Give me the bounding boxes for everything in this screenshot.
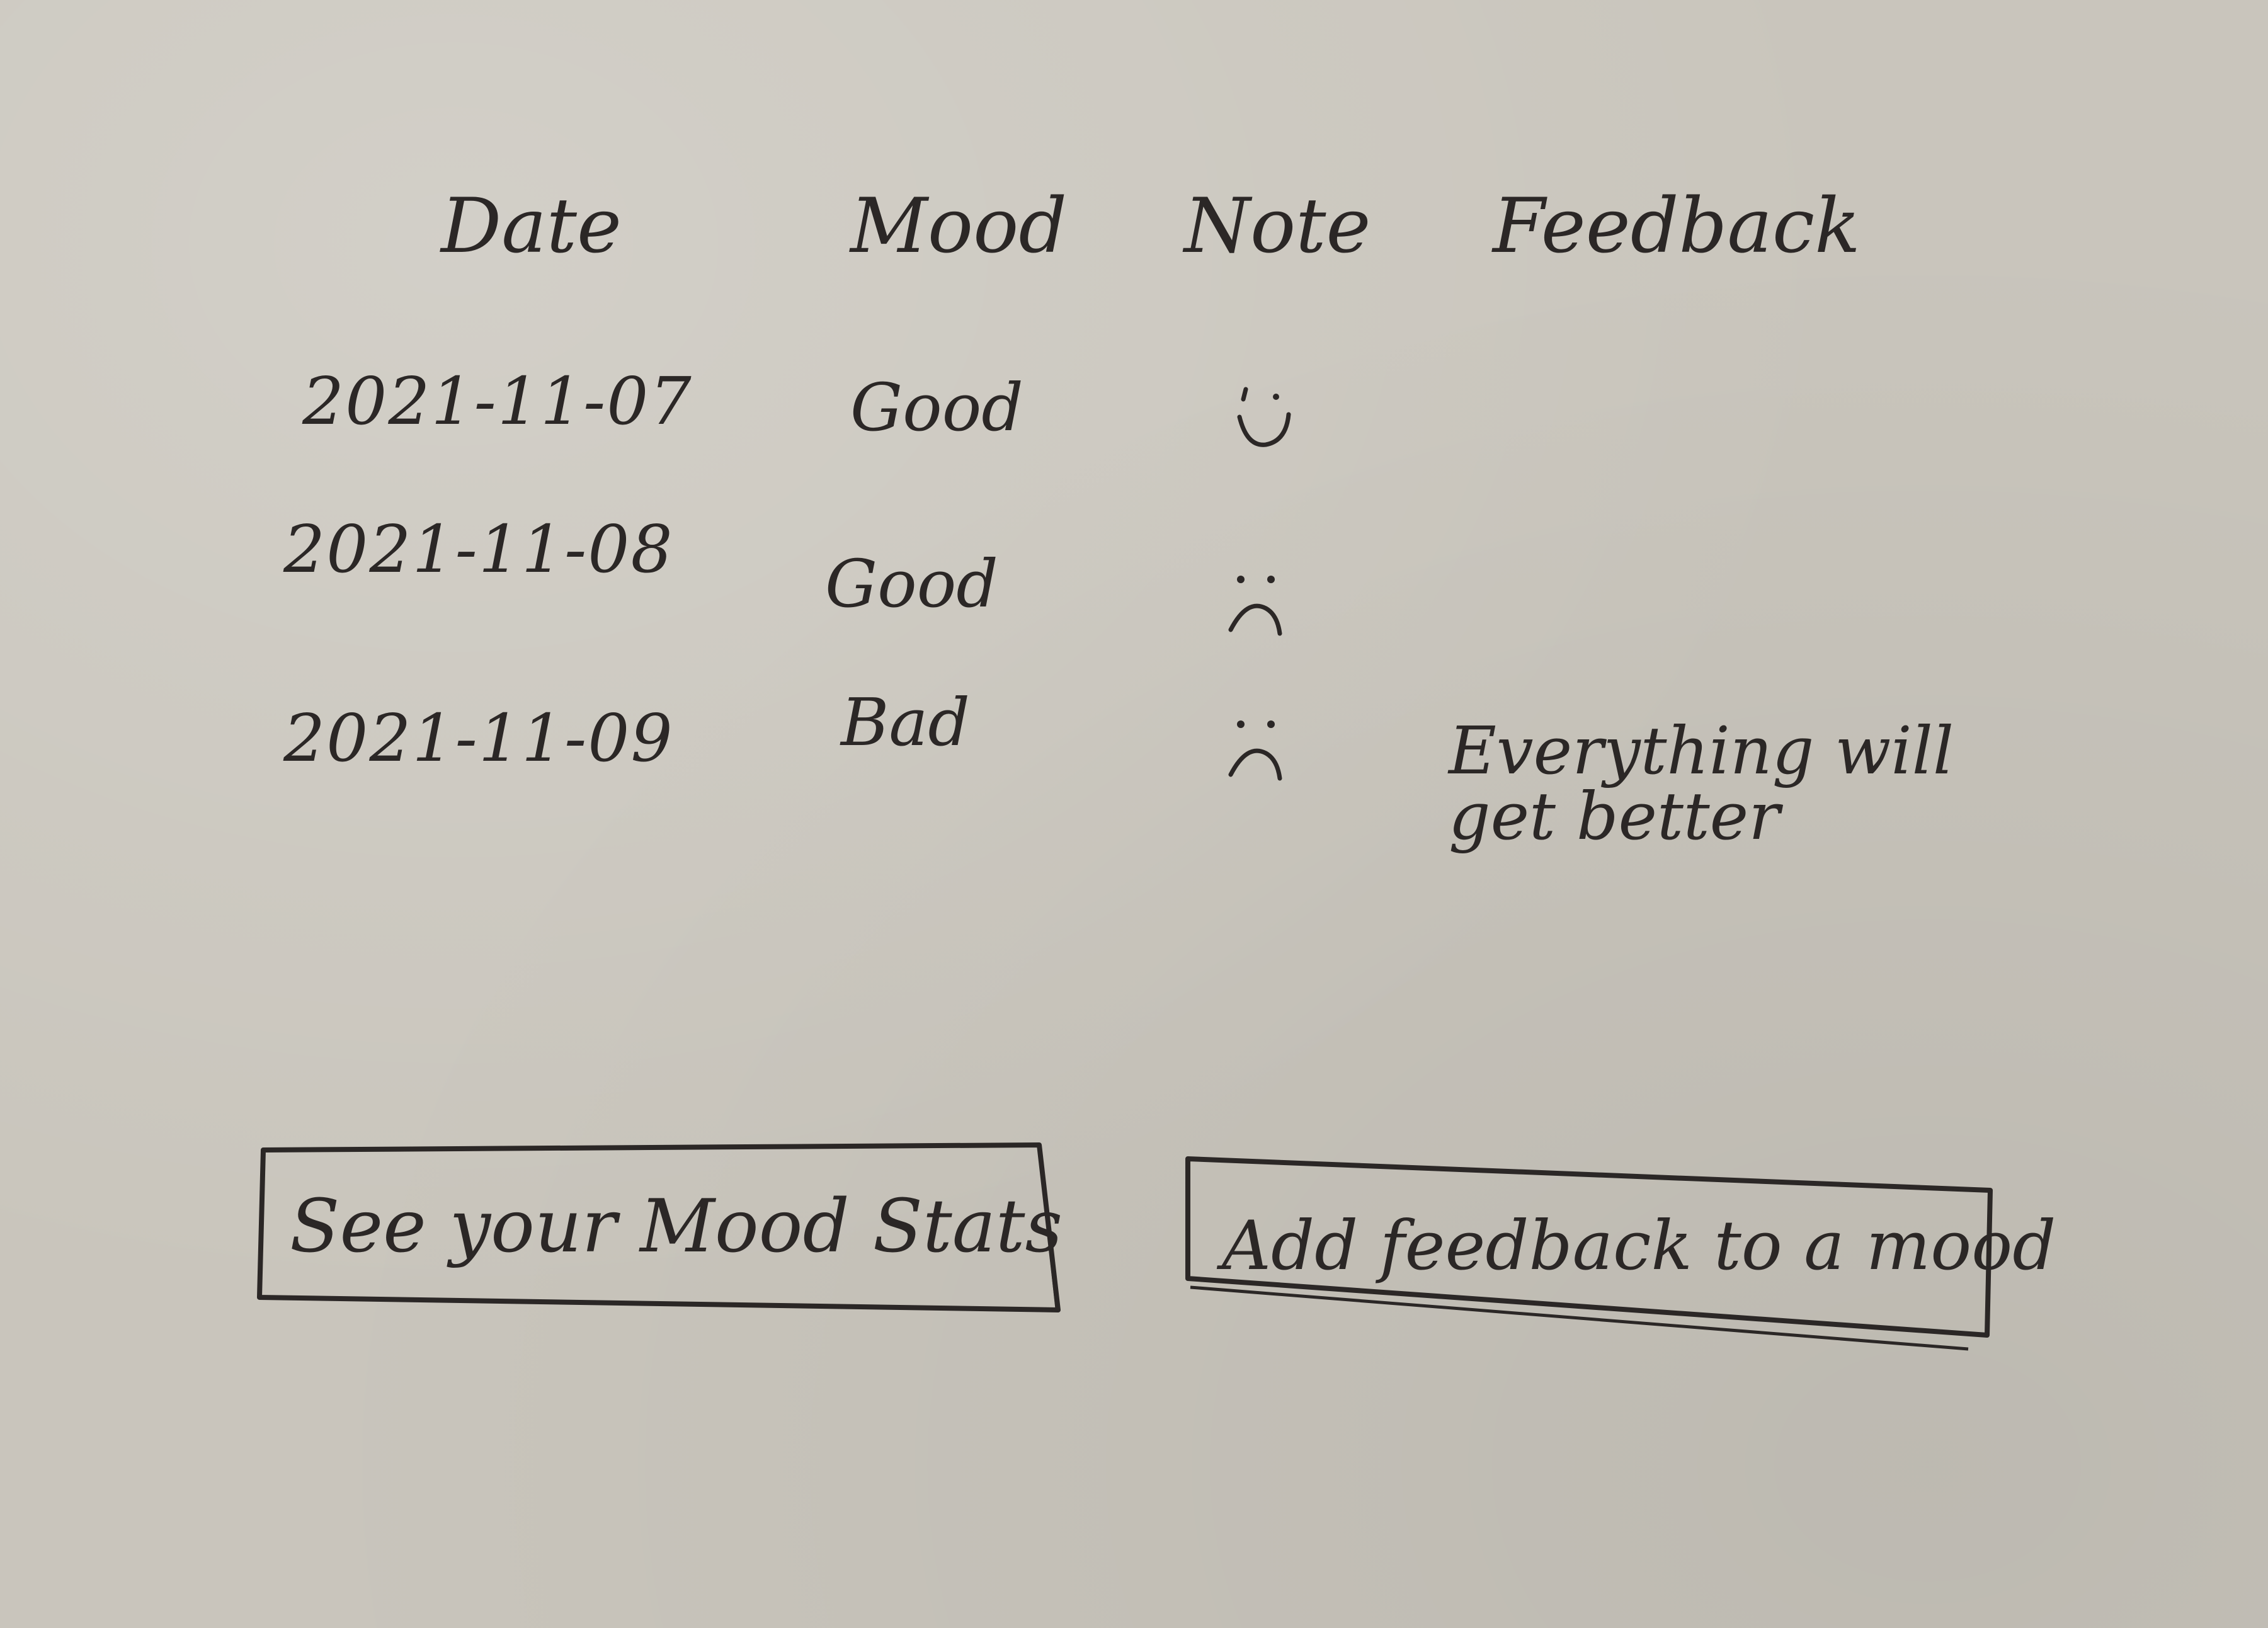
mood-column-header: Mood xyxy=(850,183,1068,270)
feedback-column-header: Feedback xyxy=(1493,183,1861,270)
see-mood-stats-label: See your Mood Stats xyxy=(290,1184,1063,1269)
frowny-face-icon xyxy=(1222,712,1297,800)
table-row-3-feedback: Everything will get better xyxy=(1449,712,1954,855)
table-row-1-date: 2021-11-07 xyxy=(302,363,693,440)
table-row-3-date: 2021-11-09 xyxy=(283,700,674,777)
mood-tracker-sketch: Date Mood Note Feedback 2021-11-07 Good … xyxy=(0,0,2268,1628)
see-mood-stats-button[interactable]: See your Mood Stats xyxy=(257,1140,1064,1316)
table-row-2-mood: Good xyxy=(825,545,998,622)
note-column-header: Note xyxy=(1184,183,1371,270)
smiley-face-icon xyxy=(1228,378,1304,466)
table-row-2-date: 2021-11-08 xyxy=(283,511,674,588)
add-feedback-button[interactable]: Add feedback to a mood xyxy=(1184,1153,2056,1354)
table-row-1-mood: Good xyxy=(850,369,1023,446)
frowny-face-icon xyxy=(1222,567,1297,655)
add-feedback-label: Add feedback to a mood xyxy=(1222,1207,2056,1285)
table-row-3-mood: Bad xyxy=(841,684,971,761)
date-column-header: Date xyxy=(441,183,622,270)
